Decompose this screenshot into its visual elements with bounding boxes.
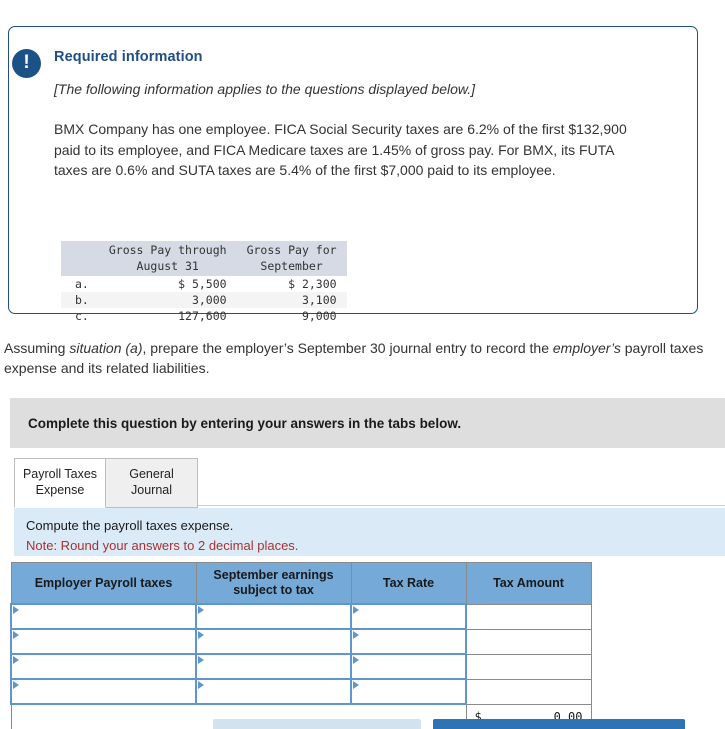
table-row xyxy=(10,628,592,655)
row-through-august: 3,000 xyxy=(98,292,237,309)
gross-pay-header-september: Gross Pay for September xyxy=(236,241,347,277)
table-row: b. 3,000 3,100 xyxy=(61,292,347,309)
tax-rate-select-row-2[interactable] xyxy=(350,628,467,655)
tax-amount-cell-row-1[interactable] xyxy=(465,603,592,630)
row-label: b. xyxy=(61,292,99,309)
task-note-strip: Compute the payroll taxes expense. Note:… xyxy=(14,508,725,556)
chevron-down-icon xyxy=(13,631,19,639)
gross-pay-table: Gross Pay through August 31 Gross Pay fo… xyxy=(61,241,347,324)
chevron-down-icon xyxy=(198,656,204,664)
chevron-down-icon xyxy=(353,681,359,689)
tab-label-line2: Journal xyxy=(131,483,172,498)
question-italic-employers: employer’s xyxy=(552,340,621,356)
chevron-down-icon xyxy=(198,606,204,614)
row-september: 3,100 xyxy=(236,292,347,309)
chevron-down-icon xyxy=(353,631,359,639)
tax-rate-select-row-3[interactable] xyxy=(350,653,467,680)
tab-label-line1: General xyxy=(129,467,174,481)
required-information-title: Required information xyxy=(54,49,203,65)
question-prompt: Assuming situation (a), prepare the empl… xyxy=(4,338,704,379)
required-information-body: Required information [The following info… xyxy=(9,27,697,181)
question-part-1: Assuming xyxy=(4,340,70,356)
gross-pay-header-through-august: Gross Pay through August 31 xyxy=(98,241,237,277)
exclamation-icon: ! xyxy=(12,49,41,78)
earnings-select-row-1[interactable] xyxy=(195,603,352,630)
gross-pay-header-blank xyxy=(61,241,99,277)
tax-amount-cell-row-3[interactable] xyxy=(465,653,592,680)
header-line-2: August 31 xyxy=(136,258,199,273)
header-line-2: September xyxy=(260,258,323,273)
chevron-down-icon xyxy=(353,606,359,614)
payroll-tax-select-row-3[interactable] xyxy=(10,653,197,680)
question-part-2: , prepare the employer’s September 30 jo… xyxy=(142,340,553,356)
tab-general-journal[interactable]: General Journal xyxy=(106,458,198,508)
payroll-tax-select-row-2[interactable] xyxy=(10,628,197,655)
instruction-banner: Complete this question by entering your … xyxy=(10,398,725,448)
gross-pay-table-wrapper: Gross Pay through August 31 Gross Pay fo… xyxy=(61,241,347,324)
chevron-down-icon xyxy=(198,681,204,689)
table-row: a. $ 5,500 $ 2,300 xyxy=(61,276,347,292)
required-information-card: ! Required information [The following in… xyxy=(8,26,698,323)
applies-to-note: [The following information applies to th… xyxy=(54,81,476,97)
gross-pay-header-row: Gross Pay through August 31 Gross Pay fo… xyxy=(61,241,347,277)
previous-button[interactable] xyxy=(213,719,421,729)
payroll-tax-select-row-1[interactable] xyxy=(10,603,197,630)
earnings-select-row-4[interactable] xyxy=(195,678,352,705)
row-through-august: 127,600 xyxy=(178,309,227,324)
next-button[interactable] xyxy=(433,719,685,729)
tax-amount-cell-row-2[interactable] xyxy=(465,628,592,655)
answer-table-wrapper: Employer Payroll taxes September earning… xyxy=(10,562,592,729)
payroll-tax-select-row-4[interactable] xyxy=(10,678,197,705)
row-september: 9,000 xyxy=(301,309,337,324)
earnings-select-row-3[interactable] xyxy=(195,653,352,680)
chevron-down-icon xyxy=(198,631,204,639)
question-page: ! Required information [The following in… xyxy=(0,0,725,729)
header-tax-amount: Tax Amount xyxy=(465,562,592,605)
scenario-text: BMX Company has one employee. FICA Socia… xyxy=(54,121,627,179)
header-tax-rate: Tax Rate xyxy=(350,562,467,605)
header-line-1: Gross Pay for xyxy=(246,243,337,257)
earnings-select-row-2[interactable] xyxy=(195,628,352,655)
question-italic-situation: situation (a) xyxy=(69,340,143,356)
tab-label-line1: Payroll Taxes xyxy=(22,467,98,481)
row-september: $ 2,300 xyxy=(288,277,337,292)
exclamation-glyph: ! xyxy=(23,52,30,73)
tab-label-line2: Expense xyxy=(35,483,85,498)
header-employer-payroll-taxes: Employer Payroll taxes xyxy=(10,562,197,605)
row-label: c. xyxy=(75,309,89,324)
row-through-august: $ 5,500 xyxy=(178,277,227,292)
table-row xyxy=(10,603,592,630)
tax-rate-select-row-1[interactable] xyxy=(350,603,467,630)
task-instruction: Compute the payroll taxes expense. xyxy=(26,518,234,533)
header-line-1: Gross Pay through xyxy=(108,243,227,257)
chevron-down-icon xyxy=(13,681,19,689)
tab-payroll-taxes-expense[interactable]: Payroll Taxes Expense xyxy=(14,458,106,508)
table-row xyxy=(10,678,592,705)
tax-rate-select-row-4[interactable] xyxy=(350,678,467,705)
payroll-taxes-answer-table: Employer Payroll taxes September earning… xyxy=(10,562,592,729)
chevron-down-icon xyxy=(13,656,19,664)
chevron-down-icon xyxy=(13,606,19,614)
header-line-1: September earnings xyxy=(213,568,334,582)
tab-bar: Payroll Taxes Expense General Journal xyxy=(14,458,198,508)
chevron-down-icon xyxy=(353,656,359,664)
table-row: c. 127,600 9,000 xyxy=(61,308,347,324)
answer-header-row: Employer Payroll taxes September earning… xyxy=(10,562,592,605)
header-line-2: subject to tax xyxy=(233,583,314,597)
table-row xyxy=(10,653,592,680)
row-label: a. xyxy=(75,277,89,292)
tax-amount-cell-row-4[interactable] xyxy=(465,678,592,705)
instruction-banner-text: Complete this question by entering your … xyxy=(28,415,462,431)
header-september-earnings-subject-to-tax: September earnings subject to tax xyxy=(195,562,352,605)
rounding-note: Note: Round your answers to 2 decimal pl… xyxy=(26,537,299,553)
